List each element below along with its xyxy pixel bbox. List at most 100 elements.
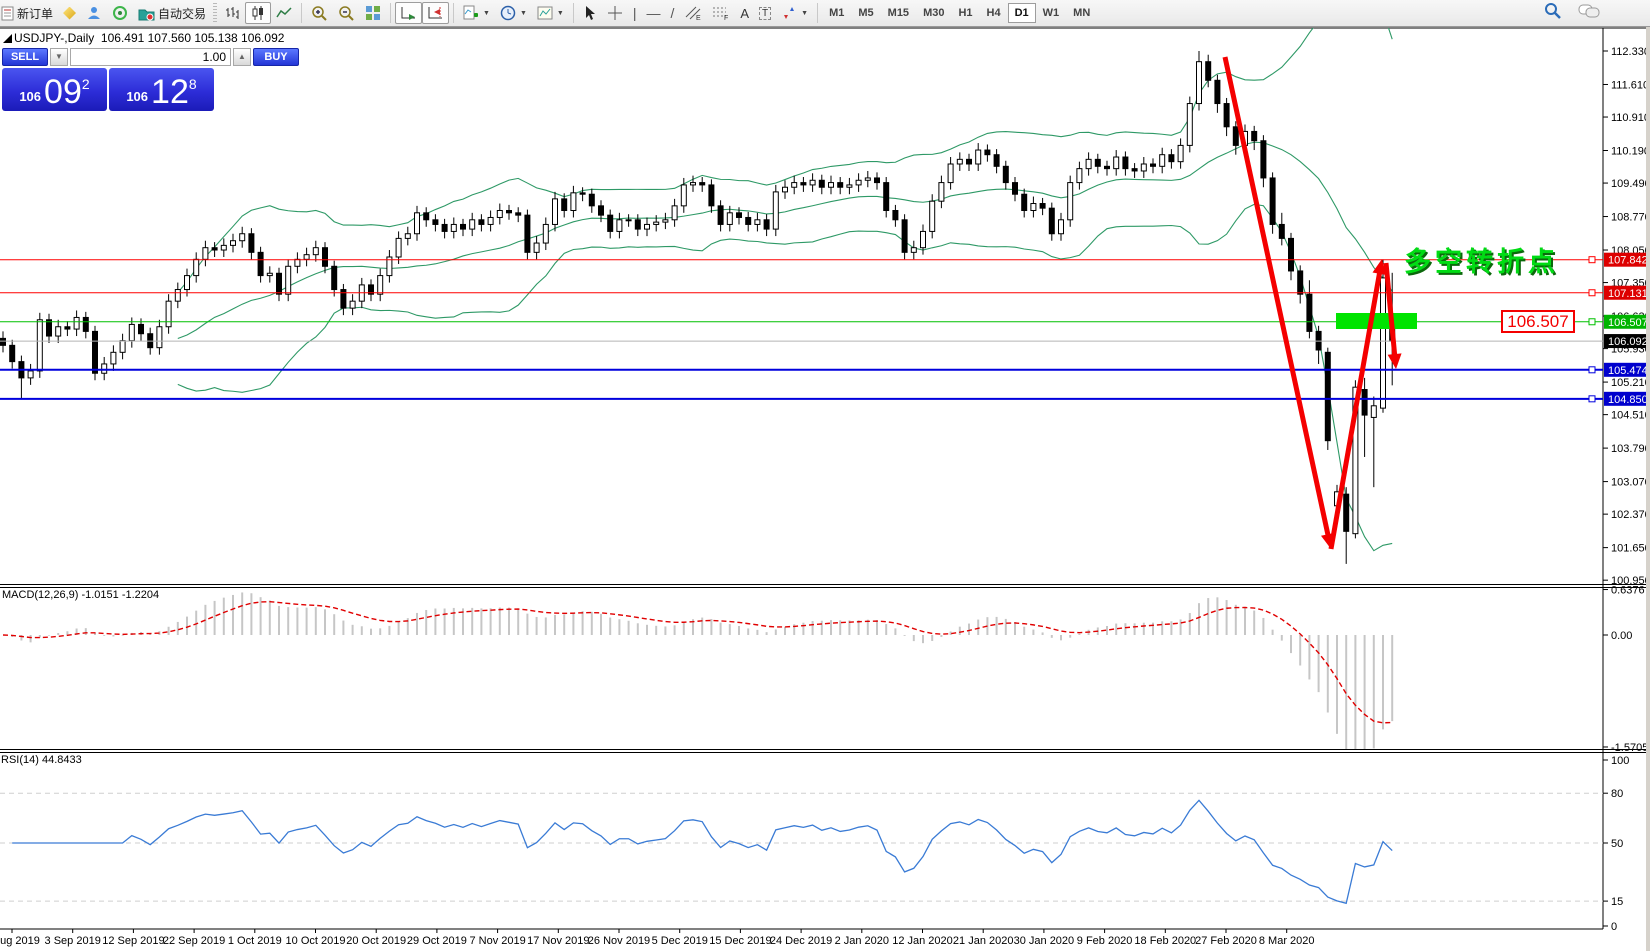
buy-price-big: 12 (151, 77, 189, 108)
svg-text:F: F (724, 15, 728, 21)
rsi-indicator-label: RSI(14) 44.8433 (1, 754, 82, 766)
symbol-name: USDJPY-,Daily (14, 31, 94, 45)
one-click-trading-panel: SELL ▼ ▲ BUY 106 09 2 106 12 8 (2, 48, 214, 111)
window-edge-strip (1646, 27, 1650, 951)
horizontal-line-button[interactable]: — (641, 2, 665, 24)
buy-price-sup: 8 (189, 76, 197, 92)
svg-text:110.190: 110.190 (1611, 146, 1650, 158)
svg-text:106.092: 106.092 (1608, 336, 1648, 348)
timeframe-m1[interactable]: M1 (822, 3, 851, 23)
pane-separator-macd-2 (0, 587, 1650, 588)
candlestick-chart-button[interactable] (245, 2, 271, 24)
channel-button[interactable]: E (679, 2, 707, 24)
chart-window[interactable]: 112.330111.610110.910110.190109.490108.7… (0, 27, 1650, 951)
crosshair-icon (607, 5, 623, 21)
pane-separator-macd[interactable] (0, 584, 1650, 585)
tile-windows-icon (365, 5, 381, 21)
svg-text:105.210: 105.210 (1611, 377, 1650, 389)
pane-separator-rsi[interactable] (0, 749, 1650, 750)
symbol-arrow-icon (3, 34, 12, 43)
volume-up-button[interactable]: ▲ (233, 48, 251, 66)
fibonacci-button[interactable]: F (707, 2, 735, 24)
dropdown-caret-icon: ▼ (520, 10, 527, 17)
gold-icon (63, 7, 76, 20)
toolbar-separator (817, 3, 818, 23)
price-level-label[interactable]: 106.507 (1501, 310, 1575, 333)
svg-text:3 Sep 2019: 3 Sep 2019 (45, 935, 101, 947)
autotrading-label: 自动交易 (158, 5, 206, 22)
trendline-icon: / (670, 5, 674, 21)
buy-button[interactable]: BUY (253, 48, 299, 66)
indicators-button[interactable]: ▼ (458, 2, 495, 24)
dropdown-caret-icon: ▼ (483, 10, 490, 17)
chart-shift-icon (427, 5, 444, 21)
cursor-button[interactable] (578, 2, 602, 24)
svg-text:15: 15 (1611, 896, 1623, 908)
timeframe-mn[interactable]: MN (1066, 3, 1097, 23)
market-depth-button[interactable] (58, 2, 81, 24)
chart-canvas[interactable]: 112.330111.610110.910110.190109.490108.7… (0, 27, 1650, 951)
horizontal-line-icon: — (646, 5, 660, 21)
chat-icon[interactable] (1578, 3, 1600, 19)
price-axis[interactable]: 112.330111.610110.910110.190109.490108.7… (1603, 46, 1650, 933)
sell-button[interactable]: SELL (2, 48, 48, 66)
svg-text:17 Nov 2019: 17 Nov 2019 (527, 935, 589, 947)
signals-button[interactable] (107, 2, 133, 24)
svg-text:26 Nov 2019: 26 Nov 2019 (588, 935, 650, 947)
date-axis[interactable]: 5 Aug 20193 Sep 201912 Sep 201922 Sep 20… (0, 929, 1315, 947)
dropdown-caret-icon: ▼ (801, 10, 808, 17)
timeframe-m15[interactable]: M15 (881, 3, 916, 23)
svg-text:7 Nov 2019: 7 Nov 2019 (469, 935, 525, 947)
volume-input[interactable] (70, 48, 231, 66)
new-order-label: 新订单 (17, 5, 53, 22)
autoscroll-icon (400, 5, 417, 21)
zoom-out-button[interactable] (333, 2, 360, 24)
signals-icon (112, 5, 128, 21)
buy-price-tile[interactable]: 106 12 8 (109, 68, 214, 111)
autotrading-icon (138, 6, 155, 21)
timeframe-h1[interactable]: H1 (951, 3, 979, 23)
svg-text:22 Sep 2019: 22 Sep 2019 (163, 935, 225, 947)
templates-button[interactable]: ▼ (532, 2, 569, 24)
crosshair-button[interactable] (602, 2, 628, 24)
svg-text:18 Feb 2020: 18 Feb 2020 (1134, 935, 1196, 947)
arrows-button[interactable]: ▼ (776, 2, 813, 24)
svg-text:12 Jan 2020: 12 Jan 2020 (892, 935, 953, 947)
sell-price-sup: 2 (82, 76, 90, 92)
sell-price-tile[interactable]: 106 09 2 (2, 68, 107, 111)
timeframe-h4[interactable]: H4 (980, 3, 1008, 23)
autoscroll-button[interactable] (395, 2, 422, 24)
timeframe-d1[interactable]: D1 (1008, 3, 1036, 23)
timeframe-m30[interactable]: M30 (916, 3, 951, 23)
svg-text:29 Oct 2019: 29 Oct 2019 (407, 935, 467, 947)
trend-arrows[interactable] (1225, 57, 1402, 549)
toolbar-group-handle[interactable] (213, 3, 217, 23)
svg-text:10 Oct 2019: 10 Oct 2019 (286, 935, 346, 947)
tile-windows-button[interactable] (360, 2, 386, 24)
text-label-button[interactable]: T (754, 2, 776, 24)
svg-text:107.131: 107.131 (1608, 288, 1648, 300)
autotrading-button[interactable]: 自动交易 (133, 2, 211, 24)
community-button[interactable] (81, 2, 107, 24)
bar-chart-button[interactable] (219, 2, 245, 24)
text-button[interactable]: A (735, 2, 754, 24)
line-chart-button[interactable] (271, 2, 297, 24)
chart-shift-button[interactable] (422, 2, 449, 24)
svg-text:0: 0 (1611, 921, 1617, 933)
trendline-button[interactable]: / (665, 2, 679, 24)
clock-icon (500, 5, 516, 21)
turning-point-annotation[interactable]: 多空转折点 (1404, 240, 1559, 279)
svg-text:109.490: 109.490 (1611, 178, 1650, 190)
timeframe-w1[interactable]: W1 (1036, 3, 1067, 23)
svg-text:24 Dec 2019: 24 Dec 2019 (770, 935, 832, 947)
volume-down-button[interactable]: ▼ (50, 48, 68, 66)
periods-button[interactable]: ▼ (495, 2, 532, 24)
timeframe-m5[interactable]: M5 (851, 3, 880, 23)
highlight-rect[interactable] (1336, 313, 1417, 329)
vertical-line-button[interactable]: | (628, 2, 642, 24)
zoom-in-button[interactable] (306, 2, 333, 24)
svg-text:21 Jan 2020: 21 Jan 2020 (953, 935, 1014, 947)
new-order-button[interactable]: 新订单 (0, 2, 58, 24)
search-icon[interactable] (1544, 2, 1562, 20)
zoom-out-icon (338, 5, 355, 22)
